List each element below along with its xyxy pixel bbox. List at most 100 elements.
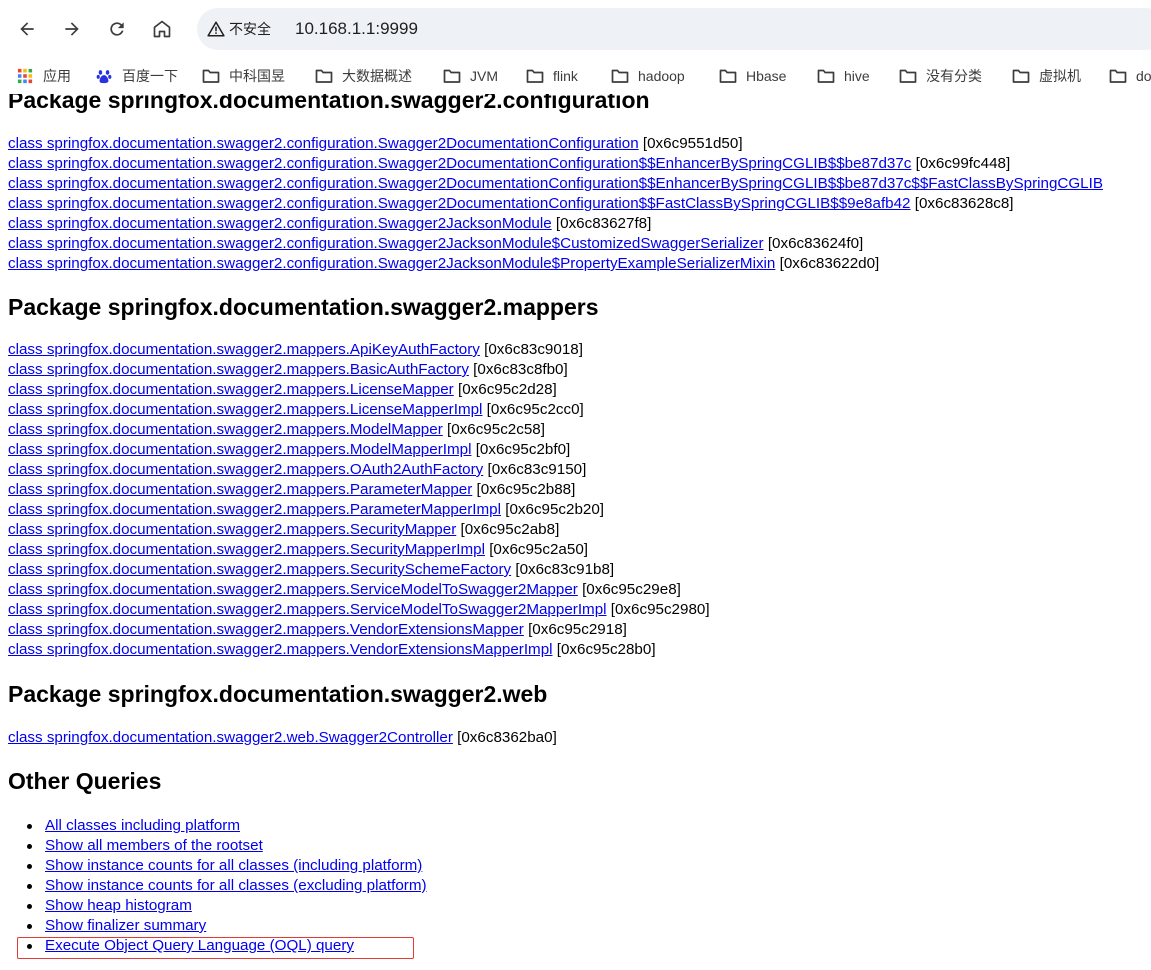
- back-arrow-icon: [20, 22, 34, 36]
- class-address: [0x6c95c2d28]: [457, 381, 557, 398]
- folder-icon: [611, 69, 629, 83]
- class-link[interactable]: class springfox.documentation.swagger2.c…: [8, 175, 1103, 192]
- folder-icon: [202, 69, 220, 83]
- class-link[interactable]: class springfox.documentation.swagger2.m…: [8, 521, 456, 538]
- bookmark-item[interactable]: hadoop: [611, 64, 685, 88]
- bookmark-item[interactable]: JVM: [443, 64, 498, 88]
- query-link[interactable]: Show finalizer summary: [45, 917, 206, 934]
- class-entry: class springfox.documentation.swagger2.m…: [8, 400, 584, 420]
- class-entry: class springfox.documentation.swagger2.c…: [8, 154, 1010, 174]
- class-link[interactable]: class springfox.documentation.swagger2.m…: [8, 501, 501, 518]
- class-entry: class springfox.documentation.swagger2.m…: [8, 500, 604, 520]
- class-address: [0x6c95c28b0]: [556, 641, 656, 658]
- class-link[interactable]: class springfox.documentation.swagger2.m…: [8, 341, 480, 358]
- folder-icon: [899, 69, 917, 83]
- class-link[interactable]: class springfox.documentation.swagger2.c…: [8, 215, 552, 232]
- reload-button[interactable]: [100, 12, 134, 46]
- folder-icon: [1012, 68, 1039, 84]
- bookmark-item[interactable]: flink: [526, 64, 578, 88]
- back-button[interactable]: [10, 12, 44, 46]
- query-list-item: All classes including platform: [27, 816, 240, 836]
- class-link[interactable]: class springfox.documentation.swagger2.m…: [8, 561, 511, 578]
- class-link[interactable]: class springfox.documentation.swagger2.m…: [8, 541, 485, 558]
- class-link[interactable]: class springfox.documentation.swagger2.m…: [8, 621, 524, 638]
- class-address: [0x6c83c91b8]: [515, 561, 615, 578]
- class-link[interactable]: class springfox.documentation.swagger2.m…: [8, 421, 443, 438]
- class-link[interactable]: class springfox.documentation.swagger2.m…: [8, 581, 578, 598]
- query-list-item: Show all members of the rootset: [27, 836, 263, 856]
- class-address: [0x6c95c2cc0]: [486, 401, 584, 418]
- class-address: [0x6c99fc448]: [915, 155, 1011, 172]
- bullet-icon: [27, 824, 32, 829]
- class-address: [0x6c95c2918]: [528, 621, 627, 638]
- class-address: [0x6c95c2c58]: [447, 421, 545, 438]
- class-link[interactable]: class springfox.documentation.swagger2.m…: [8, 361, 469, 378]
- class-link[interactable]: class springfox.documentation.swagger2.m…: [8, 401, 482, 418]
- bookmark-item[interactable]: 应用: [16, 64, 71, 88]
- bookmark-item[interactable]: 没有分类: [899, 64, 982, 88]
- folder-icon: [443, 68, 470, 84]
- bullet-icon: [27, 924, 32, 929]
- highlight-annotation-box: [17, 937, 414, 959]
- bookmark-item[interactable]: Hbase: [719, 64, 786, 88]
- bookmark-label: 虚拟机: [1039, 68, 1081, 84]
- bookmark-item[interactable]: 百度一下: [95, 64, 178, 88]
- class-address: [0x6c83622d0]: [779, 255, 880, 272]
- class-link[interactable]: class springfox.documentation.swagger2.m…: [8, 381, 454, 398]
- bookmarks-bar: 应用 百度一下 中科国昱 大数据概述 JVM flink hadoop Hbase hive 没有…: [0, 58, 1151, 94]
- home-icon: [153, 20, 171, 38]
- class-entry: class springfox.documentation.swagger2.m…: [8, 440, 570, 460]
- address-bar[interactable]: 不安全 10.168.1.1:9999: [197, 8, 1151, 50]
- bookmark-label: 中科国昱: [229, 68, 285, 84]
- bookmark-item[interactable]: 中科国昱: [202, 64, 285, 88]
- bookmark-item[interactable]: do: [1109, 64, 1151, 88]
- class-link[interactable]: class springfox.documentation.swagger2.c…: [8, 255, 775, 272]
- query-link[interactable]: Show heap histogram: [45, 897, 192, 914]
- apps-grid-icon: [17, 68, 33, 84]
- browser-toolbar: 不安全 10.168.1.1:9999: [0, 0, 1151, 58]
- other-queries-heading: Other Queries: [8, 768, 162, 794]
- home-button[interactable]: [145, 12, 179, 46]
- class-link[interactable]: class springfox.documentation.swagger2.m…: [8, 441, 471, 458]
- bookmark-label: flink: [553, 68, 578, 84]
- class-address: [0x6c83c9150]: [487, 461, 587, 478]
- query-link[interactable]: All classes including platform: [45, 817, 240, 834]
- class-address: [0x6c95c2ab8]: [460, 521, 560, 538]
- query-link[interactable]: Show instance counts for all classes (ex…: [45, 877, 427, 894]
- class-entry: class springfox.documentation.swagger2.m…: [8, 600, 710, 620]
- query-link[interactable]: Show instance counts for all classes (in…: [45, 857, 422, 874]
- url-text[interactable]: 10.168.1.1:9999: [295, 18, 418, 40]
- class-entry: class springfox.documentation.swagger2.c…: [8, 214, 651, 234]
- class-link[interactable]: class springfox.documentation.swagger2.m…: [8, 641, 553, 658]
- class-link[interactable]: class springfox.documentation.swagger2.c…: [8, 195, 911, 212]
- class-entry: class springfox.documentation.swagger2.c…: [8, 194, 1014, 214]
- class-link[interactable]: class springfox.documentation.swagger2.m…: [8, 601, 607, 618]
- class-address: [0x6c95c2bf0]: [475, 441, 571, 458]
- apps-grid-icon: [16, 68, 43, 84]
- bullet-icon: [27, 904, 32, 909]
- class-address: [0x6c83627f8]: [555, 215, 652, 232]
- class-entry: class springfox.documentation.swagger2.m…: [8, 360, 568, 380]
- class-entry: class springfox.documentation.swagger2.m…: [8, 560, 614, 580]
- class-link[interactable]: class springfox.documentation.swagger2.m…: [8, 461, 483, 478]
- forward-button[interactable]: [55, 12, 89, 46]
- class-link[interactable]: class springfox.documentation.swagger2.m…: [8, 481, 472, 498]
- class-link[interactable]: class springfox.documentation.swagger2.c…: [8, 135, 639, 152]
- bookmark-item[interactable]: 虚拟机: [1012, 64, 1081, 88]
- bookmark-item[interactable]: 大数据概述: [315, 64, 412, 88]
- security-label: 不安全: [229, 22, 271, 38]
- folder-icon: [817, 68, 844, 84]
- class-entry: class springfox.documentation.swagger2.m…: [8, 340, 583, 360]
- package-heading: Package springfox.documentation.swagger2…: [8, 294, 599, 320]
- folder-icon: [817, 69, 835, 83]
- class-address: [0x6c9551d50]: [642, 135, 743, 152]
- class-link[interactable]: class springfox.documentation.swagger2.c…: [8, 155, 911, 172]
- folder-icon: [526, 69, 544, 83]
- class-link[interactable]: class springfox.documentation.swagger2.w…: [8, 729, 453, 746]
- class-link[interactable]: class springfox.documentation.swagger2.c…: [8, 235, 764, 252]
- security-indicator[interactable]: 不安全: [207, 18, 271, 40]
- bookmark-label: JVM: [470, 68, 498, 84]
- bullet-icon: [27, 884, 32, 889]
- query-link[interactable]: Show all members of the rootset: [45, 837, 263, 854]
- bookmark-item[interactable]: hive: [817, 64, 870, 88]
